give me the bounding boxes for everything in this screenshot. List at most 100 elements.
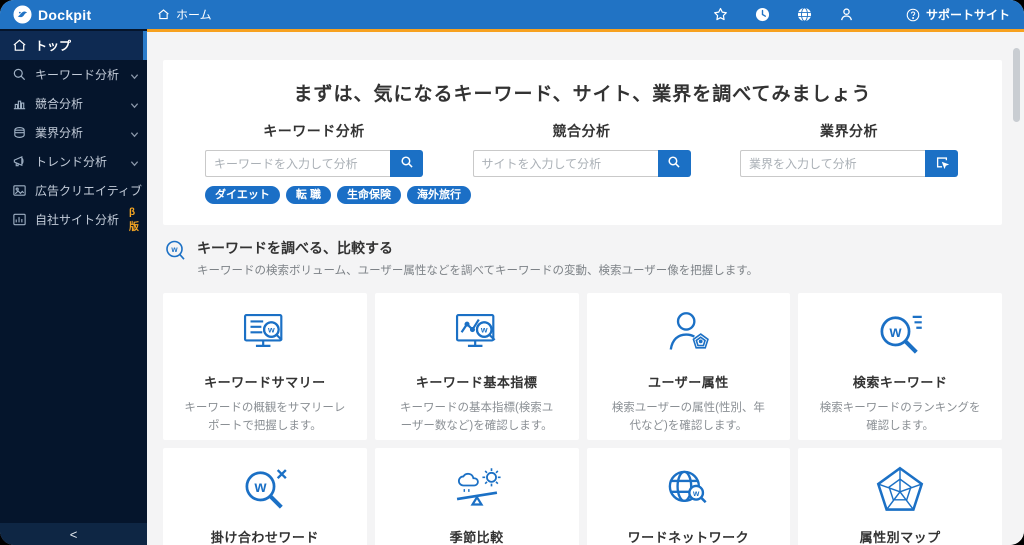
suggested-tags: ダイエット転 職生命保険 海外旅行 — [205, 186, 471, 205]
user-icon[interactable] — [839, 7, 854, 22]
feature-card[interactable]: w キーワードサマリーキーワードの概観をサマリーレポートで把握します。 — [163, 293, 367, 440]
dockpit-logo-icon — [13, 5, 32, 24]
season-balance-icon — [375, 461, 579, 519]
feature-card-title: 掛け合わせワード — [210, 530, 319, 545]
search-column-title: 業界分析 — [820, 123, 878, 139]
feature-card-title: ユーザー属性 — [648, 375, 729, 390]
sidebar-item[interactable]: 競合分析 — [0, 89, 147, 118]
chevron-down-icon — [130, 99, 139, 109]
svg-text:w: w — [267, 325, 275, 335]
search-button[interactable] — [390, 150, 423, 177]
industry-select-icon — [935, 155, 949, 172]
svg-text:w: w — [253, 479, 266, 496]
trend-megaphone-icon — [12, 154, 27, 169]
sidebar-menu: トップ キーワード分析 競合分析 業界分析 トレンド分析 広告クリエイティブ 自社サイト分析… — [0, 29, 160, 523]
sidebar-item[interactable]: 広告クリエイティブ — [0, 176, 160, 206]
sidebar-item-label: トレンド分析 — [35, 155, 108, 169]
nav-home[interactable]: ホーム — [157, 6, 212, 23]
keyword-tag[interactable]: 転 職 — [285, 186, 331, 205]
nav-home-label: ホーム — [176, 8, 212, 22]
home-icon — [12, 38, 27, 53]
sidebar-item-label: 競合分析 — [35, 97, 84, 111]
search-column-title: 競合分析 — [552, 123, 611, 139]
feature-card[interactable]: ユーザー属性検索ユーザーの属性(性別、年代など)を確認します。 — [586, 293, 791, 440]
star-icon[interactable] — [713, 7, 728, 22]
home-icon — [158, 9, 169, 20]
search-input[interactable] — [205, 150, 390, 177]
sidebar-item[interactable]: キーワード分析 — [0, 60, 147, 89]
logo-text: Dockpit — [38, 6, 92, 23]
competitor-chart-icon — [12, 96, 27, 111]
section-title: キーワードを調べる、比較する — [197, 240, 393, 256]
feature-card[interactable]: w キーワード基本指標キーワードの基本指標(検索ユーザー数など)を確認します。 — [374, 293, 579, 440]
feature-card[interactable]: w 検索キーワード検索キーワードのランキングを確認します。 — [798, 293, 1002, 440]
search-column-title: キーワード分析 — [263, 123, 365, 139]
hero-title: まずは、気になるキーワード、サイト、業界を調べてみましょう — [293, 84, 872, 105]
keyword-tag[interactable]: ダイエット — [205, 186, 280, 205]
chevron-down-icon — [130, 70, 139, 80]
feature-card[interactable]: 季節比較期間によるユーザーの検索行動の — [374, 448, 579, 545]
feature-card[interactable]: wワードネットワーク掛け合わせワードをネットワーク — [586, 448, 791, 545]
user-pentagon-icon — [587, 306, 791, 364]
sidebar: トップ キーワード分析 競合分析 業界分析 トレンド分析 広告クリエイティブ 自社サイト分析… — [0, 29, 160, 545]
feature-card-title: 季節比較 — [449, 530, 504, 545]
hero-search-column: 業界分析 — [740, 121, 958, 204]
sidebar-item[interactable]: トレンド分析 — [0, 147, 147, 176]
sidebar-item-label: 業界分析 — [35, 126, 84, 140]
feature-card-title: 属性別マップ — [859, 530, 941, 545]
search-cross-icon: w — [163, 461, 367, 519]
search-icon — [667, 155, 681, 172]
industry-layers-icon — [12, 125, 27, 140]
keyword-section-header: w キーワードを調べる、比較する キーワードの検索ボリューム、ユーザー属性などを… — [164, 238, 1002, 278]
svg-text:w: w — [480, 325, 488, 335]
support-site-link[interactable]: サポートサイト — [906, 6, 1024, 23]
hero-search-columns: キーワード分析ダイエット転 職生命保険海外旅行 競合分析 業界分析 — [163, 106, 1002, 205]
ad-creative-icon — [12, 183, 27, 198]
search-button[interactable] — [925, 150, 958, 177]
sidebar-item[interactable]: 業界分析 — [0, 118, 147, 147]
sidebar-item[interactable]: トップ — [0, 31, 147, 60]
svg-text:w: w — [889, 324, 902, 341]
hero-panel: まずは、気になるキーワード、サイト、業界を調べてみましょう キーワード分析ダイエ… — [163, 60, 1002, 225]
support-label: サポートサイト — [925, 8, 1010, 22]
keyword-tag[interactable]: 生命保険 — [336, 186, 401, 205]
feature-card-description: 検索ユーザーの属性(性別、年代など)を確認します。 — [611, 402, 765, 433]
sidebar-collapse-button[interactable]: < — [0, 523, 147, 545]
globe-icon[interactable] — [797, 7, 812, 22]
feature-card-title: キーワードサマリー — [204, 375, 326, 390]
search-button[interactable] — [657, 150, 691, 177]
sidebar-item-label: キーワード分析 — [35, 68, 120, 82]
monitor-summary-icon: w — [163, 306, 367, 364]
pentagon-map-icon — [798, 461, 1002, 519]
history-clock-icon[interactable] — [755, 7, 770, 22]
feature-card-description: 検索キーワードのランキングを確認します。 — [819, 402, 981, 433]
svg-text:w: w — [170, 245, 178, 254]
monitor-chart-icon: w — [375, 306, 579, 364]
sidebar-item-label: 自社サイト分析 — [35, 213, 120, 227]
sidebar-item-label: 広告クリエイティブ — [35, 184, 143, 198]
feature-card-title: キーワード基本指標 — [415, 375, 538, 390]
hero-search-column: 競合分析 — [472, 121, 691, 204]
feature-card-description: キーワードの基本指標(検索ユーザー数など)を確認します。 — [399, 402, 554, 433]
feature-card-title: 検索キーワード — [852, 375, 948, 390]
feature-card[interactable]: w掛け合わせワード掛け合わせワードのランキングを — [163, 448, 367, 545]
search-icon — [400, 155, 414, 172]
sidebar-item[interactable]: 自社サイト分析 β版 — [0, 205, 157, 235]
feature-card-description: キーワードの概観をサマリーレポートで把握します。 — [184, 402, 346, 433]
chevron-down-icon — [130, 128, 139, 138]
sidebar-item-label: トップ — [35, 39, 72, 53]
globe-search-icon: w — [587, 461, 791, 519]
keyword-tag[interactable]: 海外旅行 — [406, 186, 471, 205]
search-list-icon: w — [798, 306, 1002, 364]
question-icon — [906, 8, 920, 21]
vertical-scrollbar[interactable] — [1013, 48, 1020, 122]
search-input[interactable] — [740, 150, 925, 177]
hero-search-column: キーワード分析ダイエット転 職生命保険海外旅行 — [205, 121, 471, 205]
w-search-circle-icon: w — [164, 239, 188, 263]
feature-card[interactable]: 属性別マップユーザー属性を軸にワードをマッ — [798, 448, 1002, 545]
chevron-down-icon — [130, 157, 139, 167]
top-bar: Dockpit ホーム サポートサイト — [0, 0, 1024, 29]
search-input[interactable] — [472, 150, 658, 177]
header-icons — [713, 7, 854, 22]
dockpit-logo[interactable]: Dockpit — [0, 5, 147, 24]
